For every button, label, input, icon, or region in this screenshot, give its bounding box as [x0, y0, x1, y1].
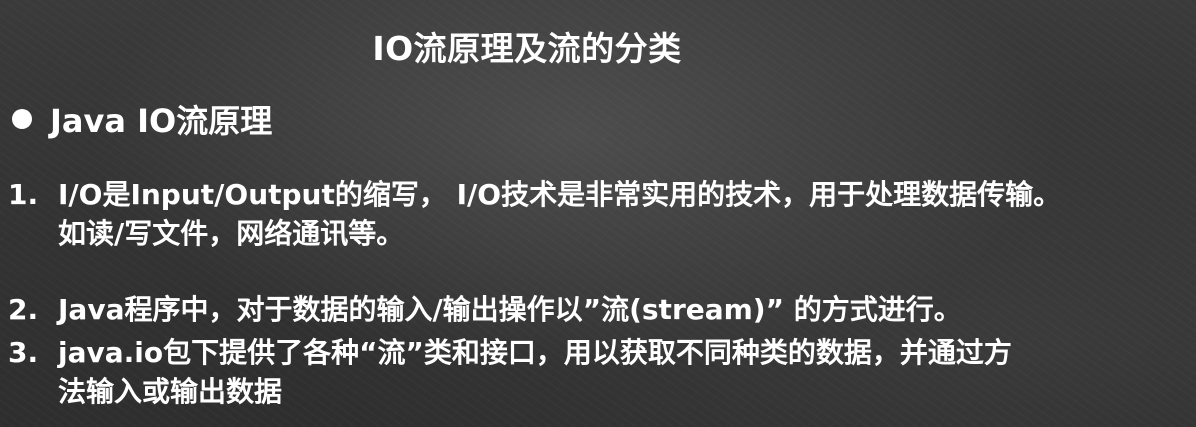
- list-item-1: 1. I/O是Input/Output的缩写， I/O技术是非常实用的技术，用于…: [8, 175, 1192, 253]
- list-item-number: 1.: [8, 178, 39, 211]
- section-heading: Java IO流原理: [12, 96, 272, 142]
- list-item-line: 法输入或输出数据: [58, 375, 283, 408]
- list-item-line: 如读/写文件，网络通讯等。: [58, 217, 405, 250]
- slide: IO流原理及流的分类 Java IO流原理 1. I/O是Input/Outpu…: [0, 0, 1196, 427]
- slide-title: IO流原理及流的分类: [372, 29, 682, 68]
- list-item-text: I/O是Input/Output的缩写， I/O技术是非常实用的技术，用于处理数…: [58, 175, 1192, 253]
- list-item-number: 3.: [8, 336, 39, 369]
- bullet-dot-icon: [12, 109, 32, 129]
- list-item-line: java.io包下提供了各种“流”类和接口，用以获取不同种类的数据，并通过方: [58, 336, 1012, 369]
- section-heading-text: Java IO流原理: [50, 102, 273, 140]
- list-item-line: I/O是Input/Output的缩写， I/O技术是非常实用的技术，用于处理数…: [58, 178, 1062, 211]
- list-item-3: 3. java.io包下提供了各种“流”类和接口，用以获取不同种类的数据，并通过…: [8, 333, 1192, 411]
- list-item-number: 2.: [8, 293, 39, 326]
- list-item-line: Java程序中，对于数据的输入/输出操作以”流(stream)” 的方式进行。: [58, 293, 962, 326]
- list-item-2: 2. Java程序中，对于数据的输入/输出操作以”流(stream)” 的方式进…: [8, 290, 1192, 329]
- list-item-text: Java程序中，对于数据的输入/输出操作以”流(stream)” 的方式进行。: [58, 290, 1192, 329]
- list-item-text: java.io包下提供了各种“流”类和接口，用以获取不同种类的数据，并通过方 法…: [58, 333, 1192, 411]
